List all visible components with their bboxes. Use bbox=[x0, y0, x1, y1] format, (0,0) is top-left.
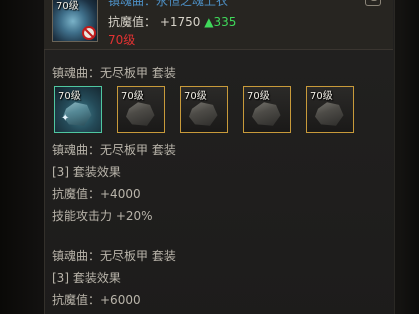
set-slot-level: 70级 bbox=[184, 91, 207, 102]
set-slot-4[interactable]: 70级 bbox=[243, 86, 291, 133]
set-bonus-tier: [3] 套装效果 bbox=[52, 271, 121, 285]
resist-upgrade: ▲335 bbox=[204, 15, 237, 29]
set-bonus-name: 镇魂曲：无尽板甲 套装 bbox=[52, 143, 176, 157]
armor-piece-icon bbox=[126, 102, 155, 126]
tooltip-pin-icon[interactable] bbox=[365, 0, 381, 6]
set-slot-level: 70级 bbox=[121, 91, 144, 102]
set-bonus-tier: [3] 套装效果 bbox=[52, 165, 121, 179]
set-slot-2[interactable]: 70级 bbox=[117, 86, 165, 133]
level-requirement: 70级 bbox=[108, 33, 136, 47]
set-slot-level: 70级 bbox=[310, 91, 333, 102]
item-icon[interactable]: 70级 bbox=[52, 0, 98, 42]
game-screen: 70级 镇魂曲：永恒之魂上衣 抗魔值： +1750 ▲335 70级 镇魂曲：无… bbox=[0, 0, 419, 314]
resist-stat: 抗魔值： +1750 ▲335 bbox=[108, 13, 236, 30]
armor-piece-icon bbox=[252, 102, 281, 126]
set-bonus-line: 抗魔值：+6000 bbox=[52, 293, 141, 307]
item-name: 镇魂曲：永恒之魂上衣 bbox=[108, 0, 229, 8]
set-section-title: 镇魂曲：无尽板甲 套装 bbox=[52, 66, 176, 80]
sparkle-icon: ✦ bbox=[61, 113, 70, 124]
set-slot-level: 70级 bbox=[247, 91, 270, 102]
item-icon-level: 70级 bbox=[56, 1, 79, 12]
set-slot-level: 70级 bbox=[58, 91, 81, 102]
set-bonus-name: 镇魂曲：无尽板甲 套装 bbox=[52, 249, 176, 263]
set-slot-1[interactable]: ✦ 70级 bbox=[54, 86, 102, 133]
set-slot-3[interactable]: 70级 bbox=[180, 86, 228, 133]
set-slot-5[interactable]: 70级 bbox=[306, 86, 354, 133]
unequippable-icon bbox=[82, 26, 96, 40]
resist-value: +1750 bbox=[159, 15, 201, 29]
armor-piece-icon bbox=[189, 102, 218, 126]
resist-label: 抗魔值： bbox=[108, 15, 157, 29]
set-bonus-line: 抗魔值：+4000 bbox=[52, 187, 141, 201]
set-bonus-line: 技能攻击力 +20% bbox=[52, 209, 153, 223]
armor-piece-icon bbox=[315, 102, 344, 126]
